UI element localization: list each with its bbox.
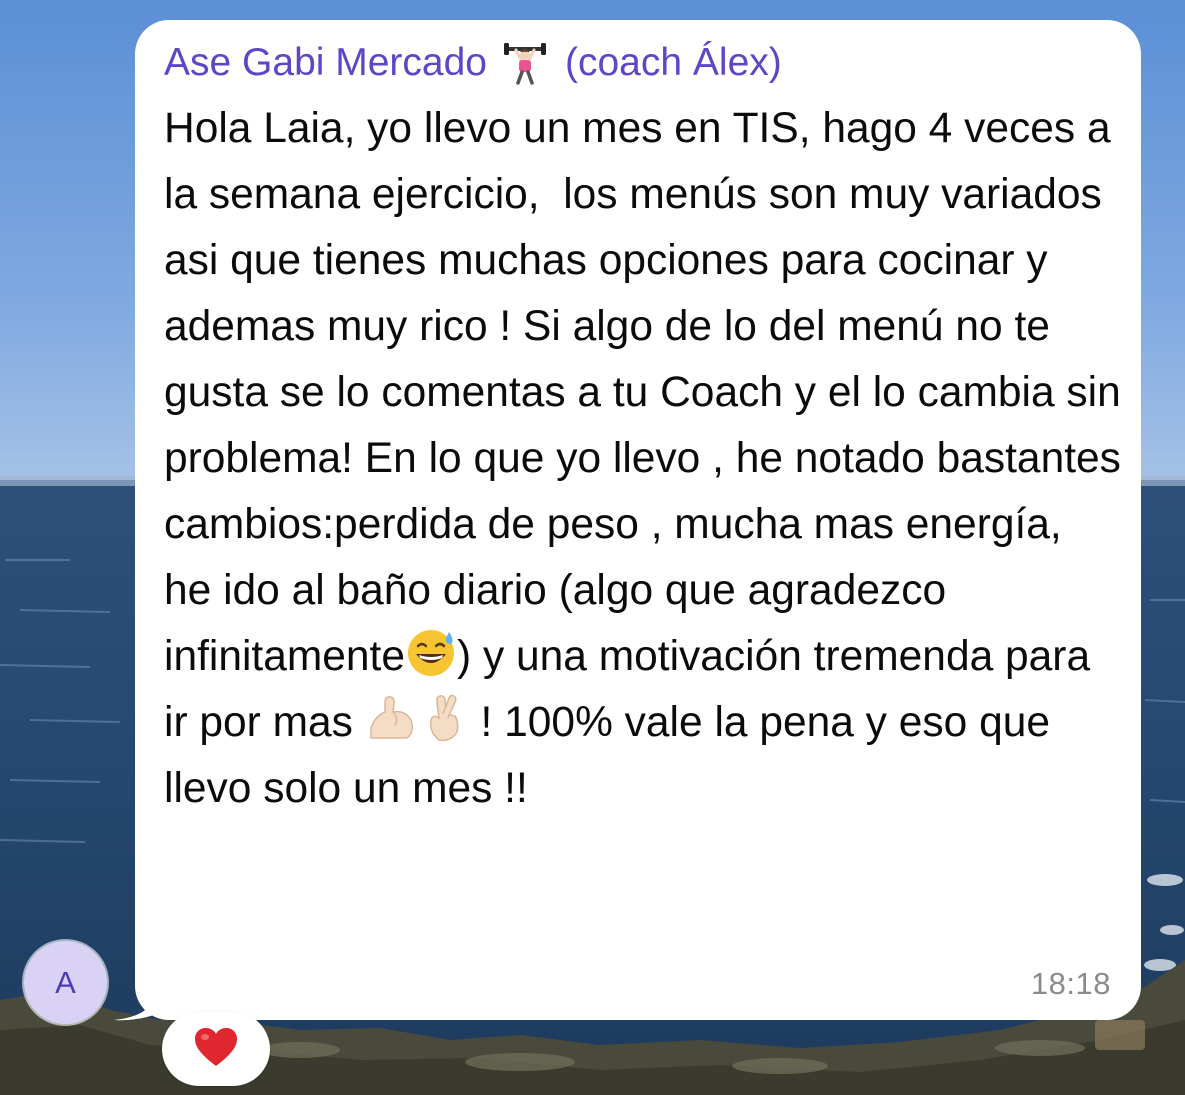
message-text-part1: Hola Laia, yo llevo un mes en TIS, hago …: [164, 105, 1133, 680]
message-bubble[interactable]: Ase Gabi Mercado (coach Álex) Hola Laia,…: [135, 20, 1141, 1020]
grinning-sweat-face-icon: [405, 626, 457, 678]
message-sender[interactable]: Ase Gabi Mercado (coach Álex): [164, 40, 1115, 86]
sender-role[interactable]: (coach Álex): [565, 40, 782, 86]
message-timestamp: 18:18: [1030, 966, 1111, 1001]
crossed-fingers-icon: [417, 692, 469, 744]
reaction-pill[interactable]: [162, 1012, 270, 1086]
avatar-initial: A: [55, 964, 76, 1000]
sender-avatar[interactable]: A: [24, 941, 107, 1024]
woman-lifting-weights-icon: [503, 41, 547, 85]
flexed-biceps-icon: [365, 692, 417, 744]
sender-name[interactable]: Ase Gabi Mercado: [164, 40, 487, 86]
message-text: Hola Laia, yo llevo un mes en TIS, hago …: [164, 96, 1124, 822]
red-heart-icon: [193, 1026, 239, 1073]
